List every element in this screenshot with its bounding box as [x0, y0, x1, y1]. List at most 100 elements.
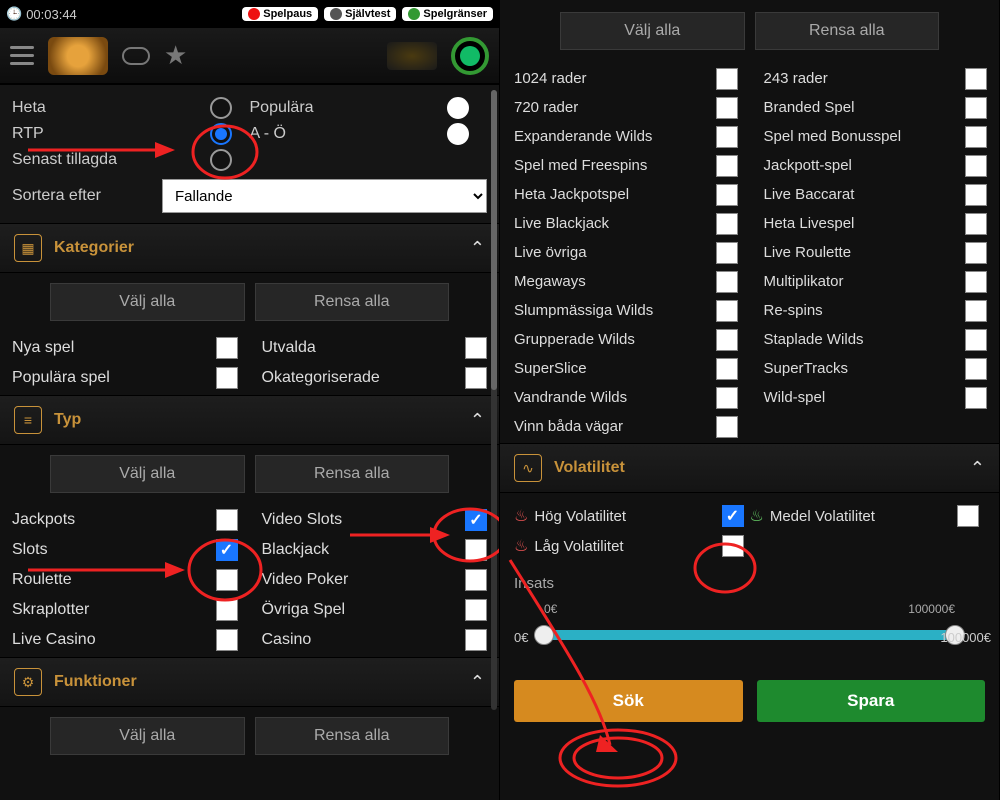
cb-blackjack[interactable] [465, 539, 487, 561]
insats-slider[interactable]: 0€ 100000€ 0€ 100000€ [514, 612, 985, 652]
valj-alla-funktioner[interactable]: Välj alla [50, 717, 245, 755]
sok-button[interactable]: Sök [514, 680, 743, 722]
cb-baccarat[interactable] [965, 184, 987, 206]
cb-hetajack[interactable] [716, 184, 738, 206]
rensa-alla-funktioner[interactable]: Rensa alla [255, 717, 450, 755]
accordion-volatilitet[interactable]: ∿ Volatilitet ⌃ [500, 443, 999, 493]
cb-stapl[interactable] [965, 329, 987, 351]
spara-button[interactable]: Spara [757, 680, 986, 722]
cb-casino[interactable] [465, 629, 487, 651]
scrollbar-left[interactable] [491, 90, 497, 710]
cb-243[interactable] [965, 68, 987, 90]
lbl-lag-volat: Låg Volatilitet [534, 538, 715, 555]
cb-jackpott[interactable] [965, 155, 987, 177]
lbl-blackjack: Blackjack [250, 535, 466, 565]
cb-video-slots[interactable] [465, 509, 487, 531]
cb-supertracks[interactable] [965, 358, 987, 380]
favorites-icon[interactable]: ★ [164, 40, 187, 71]
valj-alla-kategorier[interactable]: Välj alla [50, 283, 245, 321]
lbl-jackpots: Jackpots [0, 505, 216, 535]
navbar: ★ [0, 28, 499, 84]
cb-ovriga-spel[interactable] [465, 599, 487, 621]
balance-chip[interactable] [451, 37, 489, 75]
accordion-typ[interactable]: ≡ Typ ⌃ [0, 395, 499, 445]
spelgranser-link[interactable]: Spelgränser [402, 7, 493, 21]
cb-liveblack[interactable] [716, 213, 738, 235]
rensa-alla-right[interactable]: Rensa alla [755, 12, 940, 50]
radio-aoe[interactable] [447, 123, 469, 145]
cb-vandrande[interactable] [716, 387, 738, 409]
cb-hog-volat[interactable] [722, 505, 744, 527]
cb-liveov[interactable] [716, 242, 738, 264]
left-panel: 🕒 00:03:44 Spelpaus Självtest Spelgränse… [0, 0, 500, 800]
cb-slump[interactable] [716, 300, 738, 322]
rensa-alla-typ[interactable]: Rensa alla [255, 455, 450, 493]
cb-vinnbada[interactable] [716, 416, 738, 438]
battle-icon[interactable] [387, 42, 437, 70]
slider-thumb-min[interactable] [534, 625, 554, 645]
lbl-live-casino: Live Casino [0, 625, 216, 655]
cb-respins[interactable] [965, 300, 987, 322]
list-icon: ≡ [14, 406, 42, 434]
logo[interactable] [48, 37, 108, 75]
cb-multi[interactable] [965, 271, 987, 293]
radio-senast[interactable] [210, 149, 232, 171]
clock-icon: 🕒 [6, 6, 22, 22]
cb-wildspel[interactable] [965, 387, 987, 409]
radio-rtp[interactable] [210, 123, 232, 145]
cb-1024[interactable] [716, 68, 738, 90]
cb-live-casino[interactable] [216, 629, 238, 651]
gear-outline-icon: ⚙ [14, 668, 42, 696]
lbl-video-poker: Video Poker [250, 565, 466, 595]
cb-jackpots[interactable] [216, 509, 238, 531]
lbl-skraplotter: Skraplotter [0, 595, 216, 625]
cb-roulette[interactable] [216, 569, 238, 591]
flame-low-icon: ♨ [514, 536, 528, 556]
cb-freespins[interactable] [716, 155, 738, 177]
chevron-up-icon: ⌃ [970, 458, 985, 479]
cb-medel-volat[interactable] [957, 505, 979, 527]
cb-720[interactable] [716, 97, 738, 119]
cb-megaways[interactable] [716, 271, 738, 293]
cb-hetalive[interactable] [965, 213, 987, 235]
gear-icon [330, 8, 342, 20]
sjalvtest-link[interactable]: Självtest [324, 7, 396, 21]
leaf-icon [408, 8, 420, 20]
cb-skraplotter[interactable] [216, 599, 238, 621]
sort-order-select[interactable]: Fallande [162, 179, 487, 213]
lbl-okategoriserade: Okategoriserade [250, 363, 466, 393]
cb-expwilds[interactable] [716, 126, 738, 148]
menu-button[interactable] [10, 46, 34, 65]
cb-nya-spel[interactable] [216, 337, 238, 359]
spelpaus-link[interactable]: Spelpaus [242, 7, 318, 21]
cb-video-poker[interactable] [465, 569, 487, 591]
cb-branded[interactable] [965, 97, 987, 119]
radio-heta[interactable] [210, 97, 232, 119]
cb-utvalda[interactable] [465, 337, 487, 359]
valj-alla-typ[interactable]: Välj alla [50, 455, 245, 493]
cb-populara-spel[interactable] [216, 367, 238, 389]
sort-populara-label: Populära [250, 99, 448, 117]
sort-aoe-label: A - Ö [250, 125, 448, 143]
valj-alla-right[interactable]: Välj alla [560, 12, 745, 50]
cb-superslice[interactable] [716, 358, 738, 380]
cb-slots[interactable] [216, 539, 238, 561]
radio-populara[interactable] [447, 97, 469, 119]
flame-high-icon: ♨ [514, 506, 528, 526]
cb-grupp[interactable] [716, 329, 738, 351]
accordion-kategorier[interactable]: ▦ Kategorier ⌃ [0, 223, 499, 273]
cb-okategoriserade[interactable] [465, 367, 487, 389]
accordion-funktioner[interactable]: ⚙ Funktioner ⌃ [0, 657, 499, 707]
controller-icon[interactable] [122, 47, 150, 65]
cb-lag-volat[interactable] [722, 535, 744, 557]
lbl-video-slots: Video Slots [250, 505, 466, 535]
session-timer: 🕒 00:03:44 [6, 6, 77, 22]
right-panel: Välj alla Rensa alla 1024 rader243 rader… [500, 0, 1000, 800]
chevron-up-icon: ⌃ [470, 410, 485, 431]
flame-med-icon: ♨ [750, 506, 764, 526]
rensa-alla-kategorier[interactable]: Rensa alla [255, 283, 450, 321]
sort-heta-label: Heta [12, 99, 210, 117]
cb-liveroul[interactable] [965, 242, 987, 264]
cb-bonus[interactable] [965, 126, 987, 148]
wave-icon: ∿ [514, 454, 542, 482]
